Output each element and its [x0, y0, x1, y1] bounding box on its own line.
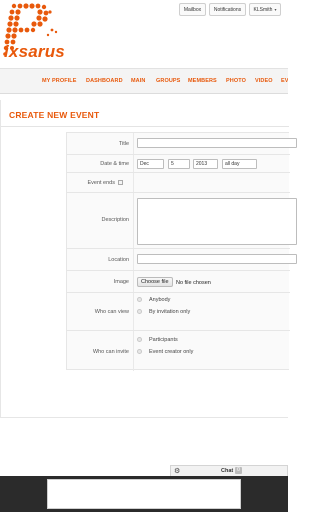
title-label: Title — [118, 141, 129, 147]
view-anybody-label: Anybody — [149, 297, 171, 303]
logo-text: ixsarus — [4, 42, 65, 61]
notifications-label: Notifications — [213, 6, 242, 13]
divider — [1, 126, 289, 127]
page-title: CREATE NEW EVENT — [9, 110, 100, 120]
description-textarea[interactable] — [137, 198, 297, 245]
chat-bar[interactable]: ⚙ Chat 0 — [170, 465, 288, 476]
nav-photo[interactable]: PHOTO — [226, 78, 246, 84]
title-input[interactable] — [137, 138, 297, 148]
image-label: Image — [113, 279, 129, 285]
row-divider — [133, 331, 134, 371]
row-divider — [133, 293, 134, 330]
choose-file-button[interactable]: Choose file — [137, 277, 173, 287]
time-select[interactable]: all day — [222, 159, 257, 169]
nav-dashboard[interactable]: DASHBOARD — [86, 78, 123, 84]
chat-count-badge: 0 — [235, 467, 242, 474]
who-can-view-label: Who can view — [94, 309, 129, 315]
event-ends-label: Event ends — [87, 180, 115, 186]
footer — [0, 476, 288, 512]
notifications-button[interactable]: Notifications — [209, 3, 246, 16]
event-ends-row: Event ends — [67, 173, 290, 193]
year-select[interactable]: 2013 — [193, 159, 218, 169]
header: ixsarus Mailbox Notifications KLSmith ▾ — [0, 0, 288, 68]
nav-video[interactable]: VIDEO — [255, 78, 273, 84]
location-label: Location — [108, 257, 129, 263]
main-nav: MY PROFILE DASHBOARD MAIN GROUPS MEMBERS… — [0, 68, 288, 94]
view-invitation-radio[interactable] — [137, 309, 142, 314]
invite-participants-label: Participants — [149, 337, 178, 343]
title-row: Title — [67, 133, 297, 155]
event-ends-checkbox[interactable] — [118, 180, 123, 185]
datetime-row: Date & time Dec 5 2013 all day — [67, 155, 290, 173]
nav-events[interactable]: EV — [281, 78, 288, 84]
location-row: Location — [67, 249, 297, 271]
image-row: Image Choose file No file chosen — [67, 271, 290, 293]
mailbox-label: Mailbox — [183, 6, 202, 13]
nav-main[interactable]: MAIN — [131, 78, 145, 84]
row-divider — [133, 271, 134, 292]
view-anybody-radio[interactable] — [137, 297, 142, 302]
row-divider — [133, 193, 134, 248]
chat-label: Chat — [221, 468, 234, 474]
day-select[interactable]: 5 — [168, 159, 190, 169]
chevron-down-icon: ▾ — [274, 7, 277, 12]
nav-members[interactable]: MEMBERS — [188, 78, 217, 84]
gear-icon[interactable]: ⚙ — [174, 467, 180, 475]
invite-creator-label: Event creator only — [149, 349, 194, 355]
user-menu-button[interactable]: KLSmith ▾ — [249, 3, 281, 16]
mailbox-button[interactable]: Mailbox — [179, 3, 206, 16]
who-can-invite-label: Who can invite — [92, 349, 129, 355]
row-divider — [133, 249, 134, 270]
location-input[interactable] — [137, 254, 297, 264]
create-event-form: Title Date & time Dec 5 2013 all day Eve… — [66, 132, 297, 371]
view-invitation-label: By invitation only — [149, 309, 191, 315]
file-status: No file chosen — [176, 280, 211, 286]
datetime-label: Date & time — [100, 161, 129, 167]
invite-creator-radio[interactable] — [137, 349, 142, 354]
ad-banner[interactable] — [47, 479, 241, 509]
month-select[interactable]: Dec — [137, 159, 164, 169]
who-can-invite-row: Who can invite Participants Event creato… — [67, 331, 290, 371]
row-divider — [133, 173, 134, 192]
content-panel: CREATE NEW EVENT Title Date & time Dec 5… — [0, 100, 297, 418]
who-can-view-row: Who can view Anybody By invitation only — [67, 293, 290, 331]
row-divider — [133, 133, 134, 154]
nav-my-profile[interactable]: MY PROFILE — [42, 78, 77, 84]
invite-participants-radio[interactable] — [137, 337, 142, 342]
description-label: Description — [101, 217, 129, 223]
user-name: KLSmith — [253, 6, 273, 13]
nav-groups[interactable]: GROUPS — [156, 78, 180, 84]
description-row: Description — [67, 193, 297, 249]
row-divider — [133, 155, 134, 172]
